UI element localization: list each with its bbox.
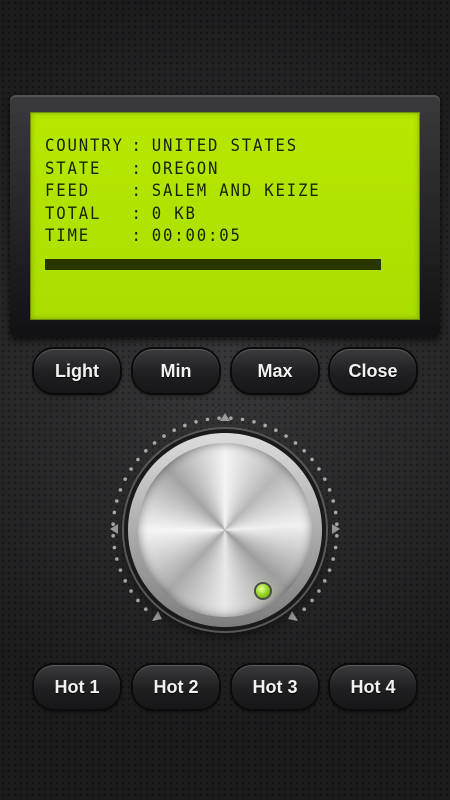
dial-tick-dot bbox=[229, 416, 233, 420]
dial-tick-dot bbox=[112, 545, 117, 550]
dial-tick-dot bbox=[331, 557, 335, 561]
dial-tick-dot bbox=[129, 467, 133, 471]
knob-indicator-led bbox=[256, 584, 270, 598]
lcd-value-feed: SALEM AND KEIZE bbox=[151, 181, 321, 201]
dial-tick-dot bbox=[322, 477, 327, 481]
lcd-separator: : bbox=[131, 226, 143, 246]
dial-tick-dot bbox=[136, 457, 140, 462]
dial-tick-dot bbox=[327, 488, 332, 492]
lcd-row-country: COUNTRY: UNITED STATES bbox=[45, 135, 376, 157]
dial-tick-dot bbox=[263, 423, 267, 428]
dial-tick-dot bbox=[194, 420, 198, 424]
lcd-progress-bar bbox=[45, 259, 381, 270]
lcd-value-time: 00:00:05 bbox=[151, 226, 242, 246]
lcd-value-state: OREGON bbox=[151, 159, 220, 179]
lcd-row-state: STATE: OREGON bbox=[45, 158, 376, 180]
dial-tick-dot bbox=[310, 457, 314, 462]
lcd-row-total: TOTAL:0 KB bbox=[45, 203, 376, 225]
dial-tick-dot bbox=[335, 522, 339, 526]
dial-tick-dot bbox=[111, 522, 115, 526]
dial-tick-dot bbox=[152, 441, 157, 445]
dial-tick-dot bbox=[302, 449, 306, 453]
lcd-display: COUNTRY: UNITED STATES STATE: OREGON FEED:… bbox=[30, 112, 420, 320]
dial-tick-dot bbox=[217, 416, 221, 420]
lcd-row-time: TIME:00:00:05 bbox=[45, 225, 376, 247]
dial-tick-dot bbox=[252, 420, 256, 424]
dial-tick-dot bbox=[274, 428, 278, 433]
dial-tick-dot bbox=[129, 589, 133, 593]
light-button[interactable]: Light bbox=[34, 349, 120, 393]
dial-tick-dot bbox=[205, 417, 210, 422]
dial-tick-dot bbox=[162, 434, 166, 438]
min-button[interactable]: Min bbox=[133, 349, 219, 393]
volume-knob-icon[interactable] bbox=[138, 443, 312, 617]
hot3-button[interactable]: Hot 3 bbox=[232, 665, 318, 709]
dial-tick-dot bbox=[123, 477, 128, 481]
dial-tick-dot bbox=[123, 579, 128, 583]
lcd-label: STATE bbox=[45, 159, 102, 179]
dial-tick-dot bbox=[118, 488, 123, 492]
dial-tick-dot bbox=[322, 579, 327, 583]
dial-tick-dot bbox=[112, 510, 117, 515]
lcd-separator: : bbox=[131, 159, 143, 179]
dial-tick-dot bbox=[333, 545, 338, 550]
lcd-label: FEED bbox=[45, 181, 91, 201]
dial-tick-dot bbox=[144, 607, 148, 611]
dial-marker-bottom-left-icon bbox=[152, 611, 162, 621]
lcd-label: TOTAL bbox=[45, 204, 102, 224]
dial-tick-dot bbox=[317, 589, 321, 593]
dial-marker-bottom-right-icon bbox=[288, 611, 298, 621]
max-button[interactable]: Max bbox=[232, 349, 318, 393]
lcd-separator: : bbox=[131, 136, 143, 156]
dial-tick-dot bbox=[118, 568, 123, 572]
dial-tick-dot bbox=[111, 534, 115, 538]
dial-tick-dot bbox=[335, 534, 339, 538]
hot4-button[interactable]: Hot 4 bbox=[330, 665, 416, 709]
dial-tick-dot bbox=[183, 423, 187, 428]
dial-tick-dot bbox=[284, 434, 288, 438]
lcd-separator: : bbox=[131, 181, 143, 201]
dial-tick-dot bbox=[317, 467, 321, 471]
dial-tick-dot bbox=[144, 449, 148, 453]
close-button[interactable]: Close bbox=[330, 349, 416, 393]
dial-tick-dot bbox=[136, 598, 140, 603]
dial-tick-dot bbox=[293, 441, 298, 445]
lcd-value-country: UNITED STATES bbox=[151, 136, 299, 156]
dial-tick-dot bbox=[327, 568, 332, 572]
dial-tick-dot bbox=[302, 607, 306, 611]
lcd-label: COUNTRY bbox=[45, 136, 124, 156]
lcd-value-total: 0 KB bbox=[151, 204, 197, 224]
dial-tick-dot bbox=[115, 557, 119, 561]
dial-tick-dot bbox=[331, 499, 335, 503]
dial-tick-dot bbox=[115, 499, 119, 503]
dial-tick-dot bbox=[310, 598, 314, 603]
dial-marker-top-icon bbox=[220, 413, 230, 421]
hot2-button[interactable]: Hot 2 bbox=[133, 665, 219, 709]
lcd-separator: : bbox=[131, 204, 143, 224]
dial-tick-dot bbox=[333, 510, 338, 515]
lcd-label: TIME bbox=[45, 226, 91, 246]
dial-tick-dot bbox=[172, 428, 176, 433]
lcd-row-feed: FEED: SALEM AND KEIZE bbox=[45, 180, 376, 202]
dial-tick-dot bbox=[240, 417, 245, 422]
hot1-button[interactable]: Hot 1 bbox=[34, 665, 120, 709]
